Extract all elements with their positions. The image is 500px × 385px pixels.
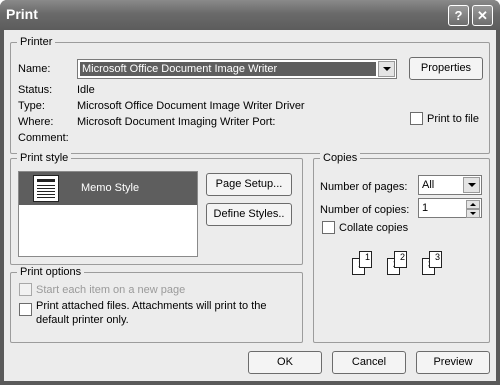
page-setup-button[interactable]: Page Setup... (206, 173, 292, 196)
print-attached-files-checkbox[interactable] (19, 303, 32, 316)
print-attached-files-label-line2: default printer only. (36, 314, 129, 326)
comment-label: Comment: (18, 132, 69, 144)
dialog-body: Printer Name: Microsoft Office Document … (4, 30, 496, 381)
print-attached-files-label-line1: Print attached files. Attachments will p… (36, 300, 267, 312)
printer-group: Printer Name: Microsoft Office Document … (10, 36, 490, 154)
print-dialog: Print ? ✕ Printer Name: Microsoft Office… (0, 0, 500, 385)
start-new-page-checkbox[interactable] (19, 283, 32, 296)
define-styles-button[interactable]: Define Styles.. (206, 203, 292, 226)
status-value: Idle (77, 84, 95, 96)
spin-up-button[interactable] (466, 200, 480, 209)
preview-button[interactable]: Preview (416, 351, 490, 374)
arrow-up-icon (470, 203, 476, 206)
collate-copies-label: Collate copies (339, 222, 409, 234)
number-of-copies-value: 1 (422, 202, 429, 214)
help-button[interactable]: ? (448, 5, 469, 26)
list-item-memo-style[interactable]: Memo Style (19, 172, 197, 205)
print-style-group: Print style Memo Style Page Setup... Def… (10, 152, 303, 265)
type-value: Microsoft Office Document Image Writer D… (77, 100, 305, 112)
print-style-group-label: Print style (17, 152, 72, 165)
memo-document-icon (33, 175, 59, 202)
spin-down-button[interactable] (466, 209, 480, 218)
close-icon: ✕ (477, 8, 488, 23)
copies-group: Copies Number of pages: All Number of co… (313, 152, 490, 343)
start-new-page-label: Start each item on a new page (36, 284, 186, 296)
print-to-file-label: Print to file (427, 113, 479, 125)
printer-group-label: Printer (17, 36, 56, 49)
print-to-file-checkbox[interactable] (410, 112, 423, 125)
collate-page: 3 (429, 251, 442, 268)
help-icon: ? (454, 8, 463, 23)
status-label: Status: (18, 84, 53, 96)
printer-name-value: Microsoft Office Document Image Writer (80, 62, 376, 76)
printer-name-select[interactable]: Microsoft Office Document Image Writer (77, 59, 397, 79)
collate-copies-checkbox[interactable] (322, 221, 335, 234)
number-of-copies-label: Number of copies: (320, 204, 410, 216)
printer-dropdown-button[interactable] (378, 61, 395, 77)
collate-page: 1 (359, 251, 372, 268)
where-value: Microsoft Document Imaging Writer Port: (77, 116, 276, 128)
collate-page: 2 (394, 251, 407, 268)
close-button[interactable]: ✕ (472, 5, 493, 26)
number-of-pages-select[interactable]: All (418, 175, 482, 195)
copies-spin-buttons (466, 200, 480, 218)
ok-button[interactable]: OK (248, 351, 322, 374)
copies-group-label: Copies (320, 152, 361, 165)
window-title: Print (6, 6, 38, 22)
pages-dropdown-button[interactable] (463, 177, 480, 193)
number-of-pages-value: All (422, 179, 435, 191)
list-item-label: Memo Style (81, 182, 140, 194)
chevron-down-icon (382, 67, 391, 71)
chevron-down-icon (467, 183, 476, 187)
collate-pages-icon: 1 1 2 2 3 3 (352, 249, 452, 281)
properties-button[interactable]: Properties (409, 57, 483, 80)
arrow-down-icon (470, 212, 476, 215)
number-of-pages-label: Number of pages: (320, 181, 408, 193)
type-label: Type: (18, 100, 45, 112)
cancel-button[interactable]: Cancel (332, 351, 406, 374)
title-bar[interactable]: Print ? ✕ (0, 0, 500, 30)
print-options-group: Print options Start each item on a new p… (10, 266, 303, 343)
where-label: Where: (18, 116, 54, 128)
print-style-list[interactable]: Memo Style (18, 171, 198, 257)
number-of-copies-spinner[interactable]: 1 (418, 198, 482, 218)
print-options-group-label: Print options (17, 266, 85, 279)
name-label: Name: (18, 63, 51, 75)
